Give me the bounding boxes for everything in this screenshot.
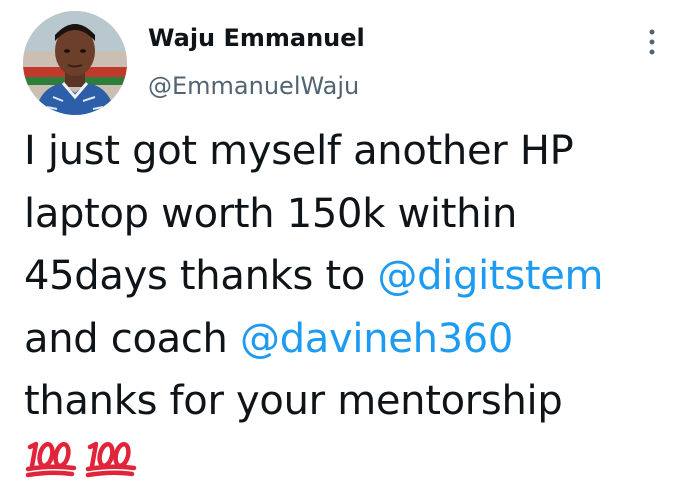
hundred-points-emoji-icon (85, 441, 137, 478)
user-avatar[interactable] (23, 11, 127, 115)
emoji-row (24, 438, 140, 478)
tweet-line-text: I just got myself another HP (24, 128, 574, 174)
tweet-line-text: 45days thanks to (24, 253, 378, 299)
user-handle[interactable]: @EmmanuelWaju (148, 70, 359, 102)
tweet-line-text: and coach (24, 315, 241, 362)
tweet-line: laptop worth 150k within (24, 183, 684, 246)
more-vertical-icon (649, 29, 655, 55)
hundred-points-emoji-icon (25, 441, 77, 478)
tweet-text: I just got myself another HP laptop wort… (24, 120, 684, 433)
tweet-line: and coach @davineh360 (24, 308, 684, 371)
tweet-line: thanks for your mentorship (24, 370, 684, 433)
tweet-line-text: thanks for your mentorship (24, 378, 563, 424)
profile-photo-icon (23, 11, 127, 115)
mention-davineh360-link[interactable]: @davineh360 (240, 316, 513, 362)
tweet-line-text: laptop worth 150k within (24, 190, 518, 237)
tweet-line: I just got myself another HP (24, 120, 684, 183)
tweet-card: Waju Emmanuel @EmmanuelWaju I just got m… (0, 0, 690, 498)
tweet-line: 45days thanks to @digitstem (24, 245, 684, 308)
mention-digitstem-link[interactable]: @digitstem (377, 253, 603, 299)
display-name[interactable]: Waju Emmanuel (148, 22, 365, 54)
more-options-button[interactable] (638, 24, 666, 60)
